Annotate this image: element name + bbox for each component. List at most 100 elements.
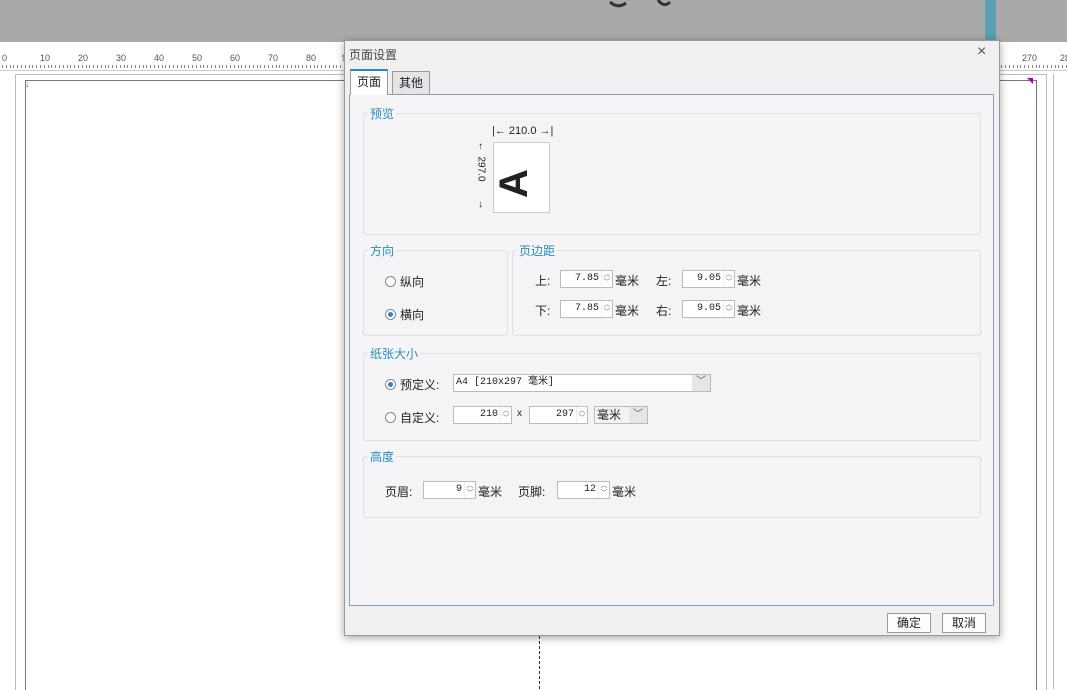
margin-top-value[interactable]: 7.85: [561, 271, 601, 287]
ruler-tick: [74, 65, 75, 68]
chevron-down-icon[interactable]: ﹀: [629, 407, 647, 423]
custom-unit-select[interactable]: 毫米 ﹀: [594, 406, 648, 424]
footer-stepper[interactable]: 12 ︿ ﹀: [557, 481, 610, 499]
landscape-radio[interactable]: 横向: [385, 306, 424, 323]
corner-marker: [1027, 78, 1033, 84]
preview-width-label: |← 210.0 →|: [492, 125, 553, 137]
ruler-tick: [276, 65, 277, 68]
ruler-tick: [329, 65, 330, 68]
ruler-label: 10: [40, 53, 51, 63]
tab-page[interactable]: 页面: [350, 69, 389, 95]
ruler-tick: [59, 65, 60, 68]
ruler-tick: [63, 65, 64, 68]
ruler-label: 40: [154, 53, 165, 63]
spin-buttons-icon[interactable]: ︿ ﹀: [601, 301, 612, 317]
landscape-radio-dot[interactable]: [385, 309, 396, 320]
spin-buttons-icon[interactable]: ︿ ﹀: [723, 301, 734, 317]
ruler-tick: [116, 65, 117, 68]
spin-buttons-icon[interactable]: ︿ ﹀: [500, 407, 511, 423]
preview-width-value: 210.0: [508, 125, 537, 137]
chevron-down-icon[interactable]: ﹀: [692, 375, 710, 391]
cancel-button[interactable]: 取消: [942, 613, 986, 633]
ruler-tick: [219, 65, 220, 68]
ruler-tick: [192, 65, 193, 68]
ruler-tick: [188, 65, 189, 68]
ruler-tick: [241, 65, 242, 68]
custom-height-stepper[interactable]: 297 ︿ ﹀: [529, 406, 588, 424]
ruler-label: 60: [230, 53, 241, 63]
spin-buttons-icon[interactable]: ︿ ﹀: [601, 271, 612, 287]
spin-buttons-icon[interactable]: ︿ ﹀: [464, 482, 475, 498]
header-stepper[interactable]: 9 ︿ ﹀: [423, 481, 476, 499]
spin-buttons-icon[interactable]: ︿ ﹀: [598, 482, 609, 498]
custom-radio[interactable]: 自定义:: [385, 409, 439, 426]
ruler-tick: [86, 65, 87, 68]
partial-graphic: [609, 0, 672, 8]
margin-right-stepper[interactable]: 9.05 ︿ ﹀: [682, 300, 735, 318]
custom-radio-dot[interactable]: [385, 412, 396, 423]
margin-arrow-icon: ↓: [25, 79, 30, 89]
ruler-tick: [101, 65, 102, 68]
ruler-tick: [260, 65, 261, 68]
height-legend: 高度: [370, 450, 395, 464]
ruler-tick: [1024, 65, 1025, 68]
ruler-tick: [1001, 65, 1002, 68]
ruler-tick: [245, 65, 246, 68]
ruler-tick: [268, 65, 269, 68]
margin-bottom-value[interactable]: 7.85: [561, 301, 601, 317]
predefined-radio-dot[interactable]: [385, 379, 396, 390]
width-arrow-left-icon: |←: [492, 125, 506, 137]
margin-bottom-label: 下:: [535, 304, 551, 318]
ruler-tick: [238, 65, 239, 68]
margin-right-unit: 毫米: [737, 304, 762, 318]
ruler-tick: [139, 65, 140, 68]
custom-width-stepper[interactable]: 210 ︿ ﹀: [453, 406, 512, 424]
margin-right-value[interactable]: 9.05: [683, 301, 723, 317]
margin-left-value[interactable]: 9.05: [683, 271, 723, 287]
ruler-tick: [135, 65, 136, 68]
ruler-tick: [55, 65, 56, 68]
spin-buttons-icon[interactable]: ︿ ﹀: [576, 407, 587, 423]
margin-bottom-stepper[interactable]: 7.85 ︿ ﹀: [560, 300, 613, 318]
custom-width-value[interactable]: 210: [454, 407, 500, 423]
header-value[interactable]: 9: [424, 482, 464, 498]
tab-other[interactable]: 其他: [392, 71, 431, 94]
predefined-radio[interactable]: 预定义:: [385, 376, 439, 393]
ruler-tick: [158, 65, 159, 68]
paper-size-select[interactable]: A4 [210x297 毫米] ﹀: [453, 374, 711, 392]
ruler-tick: [146, 65, 147, 68]
portrait-radio[interactable]: 纵向: [385, 273, 424, 290]
ruler-tick: [1020, 65, 1021, 68]
ruler-tick: [44, 65, 45, 68]
ruler-tick: [200, 65, 201, 68]
ruler-tick: [279, 65, 280, 68]
ruler-tick: [302, 65, 303, 68]
margin-top-stepper[interactable]: 7.85 ︿ ﹀: [560, 270, 613, 288]
paper-size-legend: 纸张大小: [370, 347, 419, 361]
ruler-tick: [1017, 65, 1018, 68]
ruler-tick: [215, 65, 216, 68]
ruler-tick: [249, 65, 250, 68]
spin-buttons-icon[interactable]: ︿ ﹀: [723, 271, 734, 287]
ruler-tick: [203, 65, 204, 68]
ruler-tick: [207, 65, 208, 68]
margin-left-stepper[interactable]: 9.05 ︿ ﹀: [682, 270, 735, 288]
ruler-tick: [291, 65, 292, 68]
ok-button[interactable]: 确定: [887, 613, 931, 633]
ruler-tick: [143, 65, 144, 68]
custom-height-value[interactable]: 297: [530, 407, 576, 423]
ruler-tick: [21, 65, 22, 68]
ruler-tick: [336, 65, 337, 68]
ruler-tick: [150, 65, 151, 68]
margins-legend: 页边距: [519, 244, 556, 258]
margin-top-label: 上:: [535, 274, 551, 288]
footer-value[interactable]: 12: [558, 482, 598, 498]
close-icon[interactable]: ×: [977, 43, 986, 61]
ruler-tick: [89, 65, 90, 68]
ruler-tick: [131, 65, 132, 68]
footer-label: 页脚:: [518, 485, 546, 499]
ruler-tick: [340, 65, 341, 68]
ruler-tick: [112, 65, 113, 68]
ruler-label: 80: [306, 53, 317, 63]
portrait-radio-dot[interactable]: [385, 276, 396, 287]
